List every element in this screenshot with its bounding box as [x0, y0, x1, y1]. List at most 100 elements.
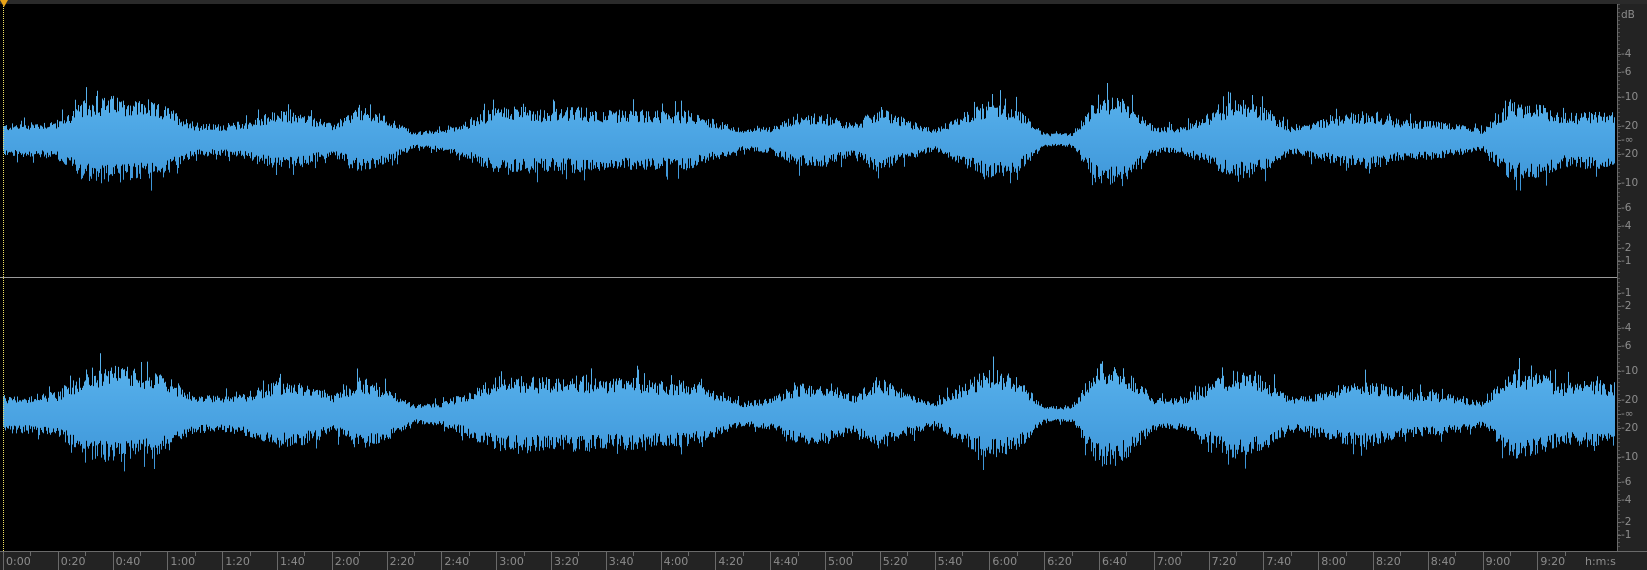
db-minor-tick	[1618, 136, 1620, 137]
db-minor-tick	[1618, 378, 1620, 379]
db-minor-tick	[1618, 236, 1620, 237]
db-minor-tick	[1618, 232, 1620, 233]
db-minor-tick	[1618, 64, 1620, 65]
db-minor-tick	[1618, 346, 1620, 347]
db-tick-label: -4	[1621, 219, 1632, 232]
db-minor-tick	[1618, 196, 1620, 197]
ruler-major-tick	[167, 552, 169, 570]
ruler-major-tick	[222, 552, 224, 570]
db-minor-tick	[1618, 430, 1620, 431]
db-minor-tick	[1618, 76, 1620, 77]
db-minor-tick	[1618, 172, 1620, 173]
ruler-time-label: 4:20	[718, 555, 744, 568]
db-minor-tick	[1618, 204, 1620, 205]
db-minor-tick	[1618, 326, 1620, 327]
db-minor-tick	[1618, 370, 1620, 371]
ruler-time-label: 8:00	[1321, 555, 1346, 568]
ruler-major-tick	[386, 552, 388, 570]
ruler-time-label: 4:40	[773, 555, 798, 568]
ruler-time-label: 9:00	[1485, 555, 1511, 568]
db-minor-tick	[1618, 278, 1620, 279]
ruler-major-tick	[3, 552, 4, 570]
db-minor-tick	[1618, 88, 1620, 89]
db-minor-tick	[1618, 116, 1620, 117]
channel-divider[interactable]	[0, 277, 1617, 278]
ruler-time-label: 3:20	[554, 555, 579, 568]
db-minor-tick	[1618, 260, 1620, 261]
db-minor-tick	[1618, 20, 1620, 21]
db-minor-tick	[1618, 148, 1620, 149]
db-minor-tick	[1618, 466, 1620, 467]
db-minor-tick	[1618, 434, 1620, 435]
db-tick-label: -6	[1621, 65, 1632, 78]
db-minor-tick	[1618, 168, 1620, 169]
waveform-channel-1	[3, 83, 1615, 191]
db-minor-tick	[1618, 80, 1620, 81]
db-tick-label: -4	[1621, 493, 1632, 506]
db-minor-tick	[1618, 112, 1620, 113]
db-minor-tick	[1618, 268, 1620, 269]
db-minor-tick	[1618, 498, 1620, 499]
db-minor-tick	[1618, 220, 1620, 221]
db-tick-label: -20	[1621, 147, 1639, 160]
db-minor-tick	[1618, 462, 1620, 463]
db-minor-tick	[1618, 40, 1620, 41]
db-minor-tick	[1618, 514, 1620, 515]
db-minor-tick	[1618, 322, 1620, 323]
db-tick-label: -1	[1621, 286, 1632, 299]
db-minor-tick	[1618, 538, 1620, 539]
db-minor-tick	[1618, 28, 1620, 29]
db-minor-tick	[1618, 442, 1620, 443]
ruler-major-tick	[277, 552, 278, 570]
ruler-major-tick	[934, 552, 936, 570]
ruler-major-tick	[1318, 552, 1320, 570]
db-minor-tick	[1618, 108, 1620, 109]
db-scale: dB -4 -6 -10 -20 -∞ -20 -10 -6 -4 -2 -1 -1 -2 -4 -6 -10…	[1617, 4, 1647, 551]
db-tick	[1618, 535, 1621, 537]
ruler-time-label: 2:40	[444, 555, 470, 568]
ruler-major-tick	[1427, 552, 1429, 570]
ruler-major-tick	[441, 552, 443, 570]
ruler-time-label: 5:00	[828, 555, 853, 568]
db-minor-tick	[1618, 200, 1620, 201]
time-ruler[interactable]: h:m:s 0:00 0:20 0:40 1:00 1:20 1:40 2:00 2:20 2:…	[0, 551, 1647, 570]
db-minor-tick	[1618, 184, 1620, 185]
db-minor-tick	[1618, 506, 1620, 507]
playhead-marker-icon[interactable]	[0, 0, 8, 7]
db-minor-tick	[1618, 474, 1620, 475]
db-minor-tick	[1618, 84, 1620, 85]
db-tick	[1618, 96, 1621, 98]
db-minor-tick	[1618, 306, 1620, 307]
db-minor-tick	[1618, 36, 1620, 37]
ruler-time-label: 7:20	[1211, 555, 1237, 568]
db-minor-tick	[1618, 398, 1620, 399]
db-minor-tick	[1618, 522, 1620, 523]
ruler-time-label: 9:20	[1540, 555, 1566, 568]
ruler-time-label: 6:00	[992, 555, 1018, 568]
db-minor-tick	[1618, 160, 1620, 161]
db-minor-tick	[1618, 104, 1620, 105]
db-minor-tick	[1618, 374, 1620, 375]
db-tick	[1618, 370, 1621, 372]
ruler-major-tick	[879, 552, 881, 570]
db-tick-label: -2	[1621, 516, 1632, 529]
db-minor-tick	[1618, 100, 1620, 101]
db-minor-tick	[1618, 120, 1620, 121]
ruler-major-tick	[715, 552, 717, 570]
db-minor-tick	[1618, 490, 1620, 491]
db-minor-tick	[1618, 390, 1620, 391]
db-tick-label: -4	[1621, 322, 1632, 335]
db-minor-tick	[1618, 192, 1620, 193]
ruler-time-label: 6:20	[1047, 555, 1072, 568]
ruler-time-label: 0:40	[115, 555, 141, 568]
ruler-major-tick	[1482, 552, 1484, 570]
db-tick	[1618, 427, 1621, 429]
db-minor-tick	[1618, 382, 1620, 383]
playhead-cursor[interactable]	[3, 4, 4, 551]
db-minor-tick	[1618, 44, 1620, 45]
db-minor-tick	[1618, 272, 1620, 273]
ruler-time-label: 1:20	[225, 555, 250, 568]
db-tick-label: -20	[1621, 421, 1639, 434]
db-minor-tick	[1618, 410, 1620, 411]
ruler-time-label: 7:00	[1156, 555, 1182, 568]
